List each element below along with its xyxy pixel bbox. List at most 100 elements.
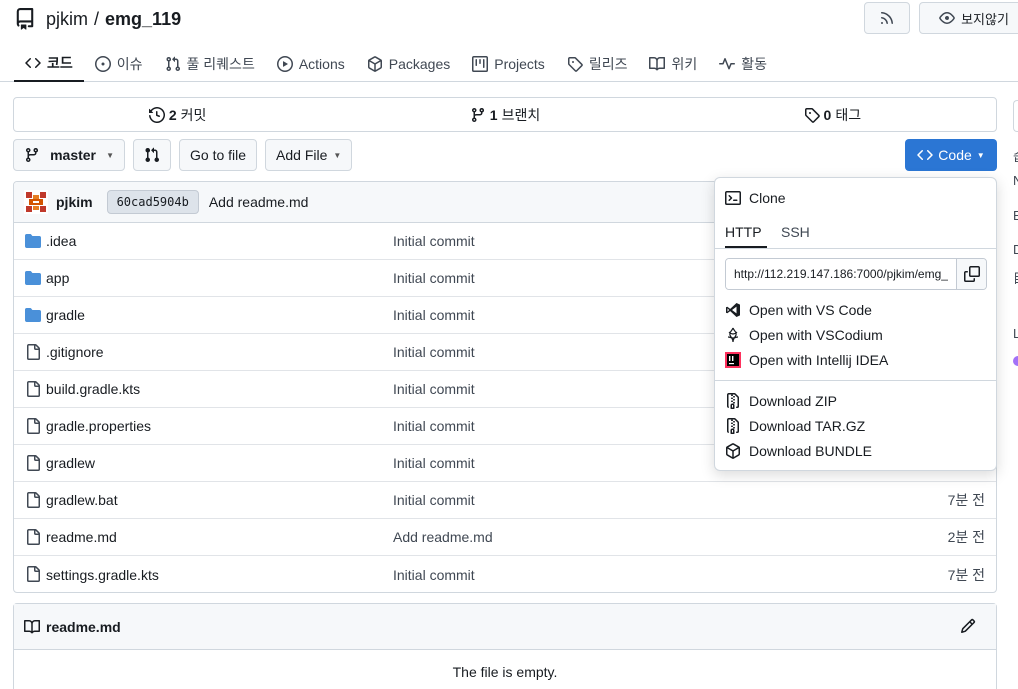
compare-icon [144, 147, 160, 163]
file-commit-message[interactable]: Initial commit [393, 307, 475, 323]
avatar[interactable] [24, 190, 48, 214]
file-name-link[interactable]: .idea [46, 233, 76, 249]
commit-sha[interactable]: 60cad5904b [106, 190, 199, 214]
terminal-icon [725, 190, 741, 206]
file-name-link[interactable]: app [46, 270, 69, 286]
go-to-file-button[interactable]: Go to file [179, 139, 258, 171]
branches-link[interactable]: 1 브랜치 [341, 98, 668, 131]
file-commit-message[interactable]: Initial commit [393, 270, 475, 286]
download-targz-item[interactable]: Download TAR.GZ [725, 418, 865, 434]
repo-path-separator: / [94, 8, 100, 29]
open-intellij-item[interactable]: Open with Intellij IDEA [725, 352, 888, 368]
file-commit-message[interactable]: Initial commit [393, 492, 475, 508]
chevron-down-icon: ▼ [106, 150, 114, 160]
rss-icon [879, 10, 895, 26]
compare-button[interactable] [133, 139, 171, 171]
pull-request-icon [165, 56, 181, 72]
tab-label: 이슈 [116, 56, 143, 72]
commits-link[interactable]: 2 커밋 [14, 98, 341, 131]
tab-releases[interactable]: 릴리즈 [556, 46, 639, 82]
open-vscode-item[interactable]: Open with VS Code [725, 302, 872, 318]
tab-label: 릴리즈 [588, 56, 628, 72]
branch-label: 브랜치 [501, 106, 541, 123]
tab-ssh[interactable]: SSH [781, 224, 810, 240]
readme-panel: readme.md The file is empty. [13, 603, 997, 689]
tab-actions[interactable]: Actions [266, 46, 356, 82]
tab-label: Actions [298, 56, 345, 72]
clone-title-text: Clone [749, 190, 786, 206]
branch-icon [24, 147, 40, 163]
file-commit-message[interactable]: Initial commit [393, 455, 475, 471]
file-name-link[interactable]: .gitignore [46, 344, 104, 360]
tab-wiki[interactable]: 위키 [638, 46, 708, 82]
code-label: Code [938, 147, 972, 163]
tag-label: 태그 [835, 106, 862, 123]
tab-projects[interactable]: Projects [461, 46, 556, 82]
file-commit-time: 2분 전 [947, 529, 985, 545]
actions-icon [276, 56, 293, 72]
pencil-icon[interactable] [960, 618, 976, 634]
file-name-link[interactable]: gradle.properties [46, 418, 151, 434]
readme-title[interactable]: readme.md [46, 619, 121, 635]
file-name-link[interactable]: gradlew [46, 455, 95, 471]
table-row[interactable]: gradlew.bat Initial commit 7분 전 [14, 482, 996, 519]
file-icon [25, 418, 41, 434]
watch-button[interactable]: 보지않기 [919, 2, 1018, 34]
file-commit-message[interactable]: Initial commit [393, 344, 475, 360]
file-commit-message[interactable]: Initial commit [393, 381, 475, 397]
commit-message[interactable]: Add readme.md [209, 194, 309, 210]
repo-title: pjkim / emg_119 [14, 7, 181, 31]
tab-label: 위키 [671, 56, 698, 72]
clone-protocol-tabs: HTTP SSH [715, 219, 996, 249]
book-icon [649, 56, 666, 72]
table-row[interactable]: settings.gradle.kts Initial commit 7분 전 [14, 556, 996, 592]
book-icon [24, 619, 40, 635]
sidebar-fragment: 目 [1013, 268, 1018, 287]
download-zip-item[interactable]: Download ZIP [725, 393, 837, 409]
item-label: Open with Intellij IDEA [749, 352, 889, 368]
tab-issues[interactable]: 이슈 [84, 46, 154, 82]
branch-icon [470, 107, 486, 123]
file-commit-message[interactable]: Initial commit [393, 418, 475, 434]
rss-button[interactable] [864, 2, 910, 34]
tab-packages[interactable]: Packages [356, 46, 461, 82]
tab-activity[interactable]: 활동 [708, 46, 778, 82]
open-vscodium-item[interactable]: Open with VSCodium [725, 327, 883, 343]
add-file-button[interactable]: Add File ▼ [265, 139, 353, 171]
file-commit-message[interactable]: Add readme.md [393, 529, 493, 545]
folder-icon [25, 233, 41, 249]
file-name-link[interactable]: build.gradle.kts [46, 381, 140, 397]
clone-url-input[interactable] [726, 259, 956, 289]
file-name-link[interactable]: readme.md [46, 529, 117, 545]
readme-empty-text: The file is empty. [452, 664, 558, 680]
tab-pull-requests[interactable]: 풀 리퀘스트 [154, 46, 266, 82]
file-zip-icon [725, 393, 741, 409]
sidebar-fragment: L [1013, 326, 1018, 341]
tag-icon [804, 107, 820, 123]
file-zip-icon [725, 418, 741, 434]
chevron-down-icon: ▼ [976, 150, 985, 160]
repo-stats-bar: 2 커밋 1 브랜치 0 태그 [13, 97, 997, 132]
file-name-link[interactable]: settings.gradle.kts [46, 567, 159, 583]
copy-url-button[interactable] [956, 259, 986, 289]
download-bundle-item[interactable]: Download BUNDLE [725, 443, 872, 459]
branch-select[interactable]: master ▼ [13, 139, 125, 171]
tab-http[interactable]: HTTP [725, 224, 762, 240]
repo-tabs: 코드 이슈 풀 리퀘스트 Actions Packages Projects 릴… [14, 46, 778, 82]
dropdown-divider [715, 380, 996, 381]
code-button[interactable]: Code ▼ [905, 139, 997, 171]
repo-owner-link[interactable]: pjkim [46, 9, 88, 30]
sidebar-fragment: E [1013, 208, 1018, 223]
repo-name-link[interactable]: emg_119 [105, 9, 181, 30]
file-commit-time: 7분 전 [947, 492, 985, 508]
tags-link[interactable]: 0 태그 [669, 98, 996, 131]
clone-dropdown: Clone HTTP SSH Open with VS Code Open wi… [714, 177, 997, 471]
commit-author[interactable]: pjkim [56, 194, 93, 210]
readme-header: readme.md [14, 604, 996, 650]
file-commit-message[interactable]: Initial commit [393, 233, 475, 249]
file-commit-message[interactable]: Initial commit [393, 567, 475, 583]
file-name-link[interactable]: gradlew.bat [46, 492, 118, 508]
table-row[interactable]: readme.md Add readme.md 2분 전 [14, 519, 996, 556]
tab-code[interactable]: 코드 [14, 46, 84, 82]
file-name-link[interactable]: gradle [46, 307, 85, 323]
